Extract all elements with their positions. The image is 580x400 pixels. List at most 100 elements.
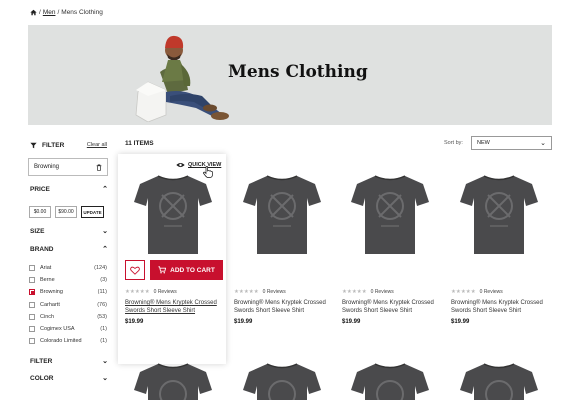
product-price: $19.99 [234,319,253,325]
rating: ★★★★★ 0 Reviews [342,289,394,295]
checkbox[interactable] [29,265,35,272]
size-section-title: SIZE [30,228,45,235]
color-section-toggle[interactable]: COLOR ⌄ [30,375,108,382]
active-filter-chip: Browning [28,158,108,176]
checkbox[interactable] [29,326,35,333]
brand-name: Browning [40,289,63,296]
add-to-cart-button[interactable]: ADD TO CART [150,260,223,280]
rating: ★★★★★ 0 Reviews [234,289,286,295]
brand-item-cogimex-usa[interactable]: Cogimex USA (1) [29,323,107,335]
heart-icon [130,266,140,275]
brand-count: (76) [97,301,107,308]
brand-list: Ariat (124) Berne (3) Browning (11) Carhart… [29,262,107,347]
breadcrumb-separator: / [39,9,41,16]
price-update-button[interactable]: UPDATE [81,206,104,218]
product-price: $19.99 [125,319,144,325]
brand-count: (3) [100,277,107,284]
chevron-down-icon: ⌄ [102,228,108,235]
cart-icon [158,266,167,274]
sort-select[interactable]: NEW ⌄ [471,136,552,150]
brand-item-cinch[interactable]: Cinch (53) [29,311,107,323]
chevron-up-icon: ⌃ [102,246,108,253]
checkbox[interactable] [29,277,35,284]
brand-item-colorado-limited[interactable]: Colorado Limited (1) [29,335,107,347]
hero-banner: Mens Clothing [28,25,552,125]
color-section-title: COLOR [30,375,54,382]
breadcrumb: / Men / Mens Clothing [30,9,103,16]
chevron-up-icon: ⌃ [102,186,108,193]
sort-label: Sort by: [444,140,463,146]
product-card[interactable]: QUICK VIEW ADD TO CART ★★★★★ 0 Reviews Br… [118,154,226,364]
home-icon[interactable] [30,9,37,16]
product-image[interactable] [460,362,538,400]
hand-cursor-icon [203,166,213,178]
product-image[interactable] [351,174,429,256]
product-card[interactable]: ★★★★★ 0 Reviews Browning® Mens Kryptek Cr… [227,154,335,364]
filter-header: FILTER Clear all [30,139,107,151]
reviews-count: 0 Reviews [370,289,394,295]
price-section-title: PRICE [30,186,50,193]
product-image[interactable] [243,174,321,256]
chevron-down-icon: ⌄ [102,375,108,382]
chevron-down-icon: ⌄ [102,358,108,365]
product-title[interactable]: Browning® Mens Kryptek Crossed Swords Sh… [342,299,438,315]
price-range: $0.00 $90.00 UPDATE [29,206,104,218]
brand-section-toggle[interactable]: BRAND ⌃ [30,246,108,253]
hero-model-image [135,35,229,122]
price-section-toggle[interactable]: PRICE ⌃ [30,186,108,193]
checkbox[interactable] [29,338,35,345]
add-to-cart-label: ADD TO CART [170,266,215,274]
brand-item-ariat[interactable]: Ariat (124) [29,262,107,274]
chevron-down-icon: ⌄ [540,140,546,147]
reviews-count: 0 Reviews [479,289,503,295]
checkbox-checked[interactable] [29,289,35,296]
quick-view-button[interactable]: QUICK VIEW [176,162,221,168]
brand-name: Ariat [40,265,52,272]
brand-count: (11) [97,289,107,296]
product-card[interactable]: ★★★★★ 0 Reviews Browning® Mens Kryptek Cr… [335,154,443,364]
brand-name: Colorado Limited [40,338,82,345]
filter-section-toggle[interactable]: FILTER ⌄ [30,358,108,365]
checkbox[interactable] [29,301,35,308]
breadcrumb-current: Mens Clothing [61,9,103,16]
product-image[interactable] [134,362,212,400]
product-price: $19.99 [451,319,470,325]
reviews-count: 0 Reviews [153,289,177,295]
product-image[interactable] [460,174,538,256]
product-card[interactable]: ★★★★★ 0 Reviews Browning® Mens Kryptek Cr… [444,154,552,364]
brand-name: Cinch [40,313,55,320]
size-section-toggle[interactable]: SIZE ⌄ [30,228,108,235]
brand-name: Carhartt [40,301,60,308]
product-title[interactable]: Browning® Mens Kryptek Crossed Swords Sh… [125,299,221,315]
product-image[interactable] [243,362,321,400]
product-title[interactable]: Browning® Mens Kryptek Crossed Swords Sh… [234,299,330,315]
price-min-input[interactable]: $0.00 [29,206,51,218]
clear-all-link[interactable]: Clear all [87,142,107,148]
product-image[interactable] [134,174,212,256]
trash-icon[interactable] [96,164,102,171]
brand-item-carhartt[interactable]: Carhartt (76) [29,299,107,311]
product-title[interactable]: Browning® Mens Kryptek Crossed Swords Sh… [451,299,547,315]
brand-section-title: BRAND [30,246,54,253]
filter-section-title: FILTER [30,358,53,365]
checkbox[interactable] [29,313,35,320]
price-max-input[interactable]: $90.00 [55,206,77,218]
filter-icon [30,142,37,148]
brand-count: (1) [100,326,107,333]
brand-item-berne[interactable]: Berne (3) [29,274,107,286]
product-price: $19.99 [342,319,361,325]
brand-count: (124) [94,265,107,272]
reviews-count: 0 Reviews [262,289,286,295]
rating: ★★★★★ 0 Reviews [451,289,503,295]
product-image[interactable] [351,362,429,400]
filter-label: FILTER [42,141,65,149]
add-to-wishlist-button[interactable] [125,260,145,280]
brand-count: (1) [100,338,107,345]
breadcrumb-link-men[interactable]: Men [43,9,56,16]
brand-name: Cogimex USA [40,326,75,333]
rating: ★★★★★ 0 Reviews [125,289,177,295]
brand-item-browning[interactable]: Browning (11) [29,286,107,298]
brand-name: Berne [40,277,55,284]
active-filter-label: Browning [34,164,60,170]
breadcrumb-separator: / [57,9,60,16]
